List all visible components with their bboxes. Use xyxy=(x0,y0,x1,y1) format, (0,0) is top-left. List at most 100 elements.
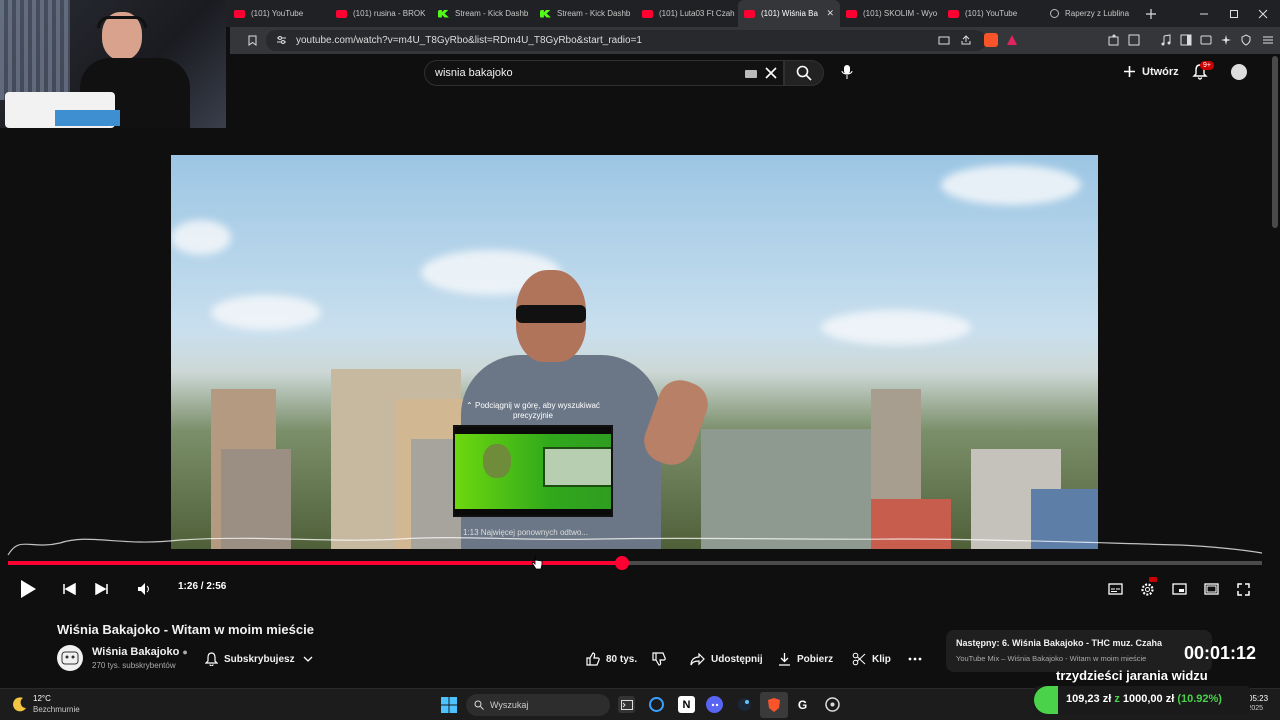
miniplayer-button[interactable] xyxy=(1170,575,1188,603)
dislike-button[interactable] xyxy=(652,647,666,671)
browser-tab[interactable]: (101) YouTube xyxy=(228,0,330,27)
new-tab-button[interactable] xyxy=(1146,0,1156,27)
steam-app-icon[interactable] xyxy=(736,696,753,713)
menu-icon[interactable] xyxy=(1262,34,1274,46)
account-avatar[interactable] xyxy=(1231,64,1247,80)
subtitles-button[interactable] xyxy=(1106,575,1124,603)
scrub-hint: ⌃ Podciągnij w górę, aby wyszukiwać prec… xyxy=(453,401,613,421)
clear-search-icon[interactable] xyxy=(765,67,777,79)
search-icon xyxy=(796,65,812,81)
close-window-button[interactable] xyxy=(1258,0,1268,27)
fullscreen-button[interactable] xyxy=(1234,575,1252,603)
youtube-icon xyxy=(234,9,245,18)
browser-tab[interactable]: (101) YouTube xyxy=(942,0,1044,27)
share-label: Udostępnij xyxy=(711,653,763,665)
minimize-button[interactable] xyxy=(1199,0,1209,27)
app-icon-g[interactable]: G xyxy=(794,696,811,713)
create-button[interactable]: Utwórz xyxy=(1123,65,1179,78)
kick-icon xyxy=(540,9,551,18)
like-button[interactable]: 80 tys. xyxy=(586,647,637,671)
windows-start-icon[interactable] xyxy=(440,696,457,713)
mute-button[interactable] xyxy=(135,575,153,603)
up-next-subtitle: YouTube Mix – Wiśnia Bakajoko - Witam w … xyxy=(956,654,1147,663)
taskbar-search[interactable]: Wyszukaj xyxy=(466,694,610,716)
hand-cursor-icon xyxy=(531,555,543,576)
chevron-up-icon: ⌃ xyxy=(466,401,473,410)
site-info-icon[interactable] xyxy=(276,35,287,45)
address-bar: youtube.com/watch?v=m4U_T8GyRbo&list=RDm… xyxy=(230,27,1280,54)
search-icon xyxy=(474,700,484,710)
thumbs-up-icon xyxy=(586,652,600,666)
play-icon xyxy=(19,579,37,599)
volume-icon xyxy=(137,582,151,596)
voice-search-icon[interactable] xyxy=(841,64,853,80)
bookmark-icon[interactable] xyxy=(248,35,257,46)
browser-tab[interactable]: (101) Luta03 Ft Czah xyxy=(636,0,738,27)
maximize-button[interactable] xyxy=(1229,0,1239,27)
brave-shields-icon[interactable] xyxy=(984,33,998,47)
download-button[interactable]: Pobierz xyxy=(778,647,833,671)
url-field[interactable]: youtube.com/watch?v=m4U_T8GyRbo&list=RDm… xyxy=(266,30,1017,51)
play-button[interactable] xyxy=(16,575,40,603)
plus-icon xyxy=(1123,65,1136,78)
up-next-card[interactable]: Następny: 6. Wiśnia Bakajoko - THC muz. … xyxy=(946,630,1212,672)
notifications-button[interactable]: 9+ xyxy=(1192,61,1214,85)
clip-button[interactable]: Klip xyxy=(852,647,891,671)
channel-name[interactable]: Wiśnia Bakajoko ● xyxy=(92,646,188,658)
browser-tab-label: (101) YouTube xyxy=(965,9,1018,18)
weather-desc: Bezchmurnie xyxy=(33,705,80,714)
kick-icon xyxy=(438,9,449,18)
browser-tab[interactable]: Stream - Kick Dashb xyxy=(432,0,534,27)
browser-tab[interactable]: Stream - Kick Dashb xyxy=(534,0,636,27)
browser-tab[interactable]: (101) rusina - BROK xyxy=(330,0,432,27)
download-icon xyxy=(778,652,791,666)
search-input[interactable]: wisnia bakajoko xyxy=(424,60,784,86)
notification-badge: 9+ xyxy=(1200,61,1214,70)
more-actions-button[interactable] xyxy=(908,647,922,671)
sidebar-icon[interactable] xyxy=(1180,34,1192,46)
next-button[interactable] xyxy=(92,575,110,603)
browser-tab[interactable]: Raperzy z Lublina xyxy=(1044,0,1146,27)
subscribe-button[interactable]: Subskrybujesz xyxy=(205,647,313,671)
clip-label: Klip xyxy=(872,653,891,665)
globe-icon xyxy=(1050,9,1059,18)
youtube-icon xyxy=(948,9,959,18)
verified-icon: ● xyxy=(182,647,188,657)
vpn-shield-icon[interactable] xyxy=(1240,34,1252,46)
url-text: youtube.com/watch?v=m4U_T8GyRbo&list=RDm… xyxy=(296,35,642,46)
donation-percent: (10.92%) xyxy=(1177,693,1222,705)
browser-tab[interactable]: (101) Wiśnia Ba ✕ xyxy=(738,0,840,27)
page-scrollbar[interactable] xyxy=(1272,56,1278,228)
leo-ai-icon[interactable] xyxy=(1220,34,1232,46)
previous-button[interactable] xyxy=(60,575,78,603)
brave-app-icon[interactable] xyxy=(760,692,788,718)
tab-search-icon[interactable] xyxy=(1128,34,1140,46)
settings-button[interactable] xyxy=(1138,575,1157,603)
brave-rewards-icon[interactable] xyxy=(1006,34,1018,46)
notion-app-icon[interactable]: N xyxy=(678,696,695,713)
progress-scrubber[interactable] xyxy=(615,556,630,570)
browser-tab[interactable]: (101) SKOLIM - Wyo xyxy=(840,0,942,27)
keyboard-icon[interactable] xyxy=(745,70,757,78)
media-control-icon[interactable] xyxy=(1160,34,1172,46)
obs-app-icon[interactable] xyxy=(824,696,841,713)
theater-mode-button[interactable] xyxy=(1202,575,1220,603)
extensions-icon[interactable] xyxy=(1108,34,1120,46)
edge-app-icon[interactable] xyxy=(648,696,665,713)
subscribe-label: Subskrybujesz xyxy=(224,653,295,665)
like-count: 80 tys. xyxy=(606,653,638,665)
close-tab-icon[interactable]: ✕ xyxy=(826,8,834,19)
video-frame[interactable] xyxy=(171,155,1098,549)
browser-tab-label: Raperzy z Lublina xyxy=(1065,9,1130,18)
share-button[interactable]: Udostępnij xyxy=(690,647,763,671)
thumbs-down-icon xyxy=(652,652,666,666)
screenshot-icon[interactable] xyxy=(938,34,950,46)
download-label: Pobierz xyxy=(797,653,834,665)
wallet-icon[interactable] xyxy=(1200,34,1212,46)
terminal-app-icon[interactable] xyxy=(618,696,635,713)
discord-app-icon[interactable] xyxy=(706,696,723,713)
search-button[interactable] xyxy=(784,60,824,86)
progress-bar[interactable] xyxy=(8,556,1262,570)
channel-avatar[interactable] xyxy=(57,645,83,671)
share-icon[interactable] xyxy=(960,34,972,46)
